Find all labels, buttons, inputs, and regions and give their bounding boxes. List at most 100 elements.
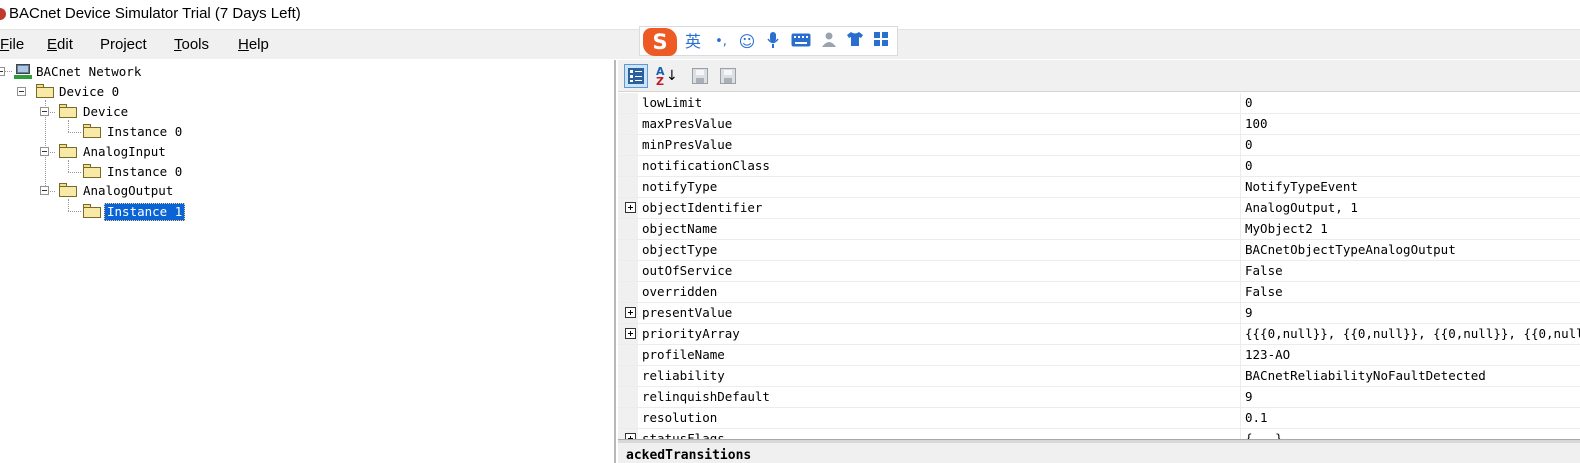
sort-z-label: Z — [656, 75, 664, 88]
sort-alphabetical-button[interactable]: A Z ↓ — [652, 64, 678, 88]
tree-connector — [68, 199, 69, 211]
property-value[interactable]: False — [1245, 263, 1283, 278]
property-value[interactable]: BACnetReliabilityNoFaultDetected — [1245, 368, 1486, 383]
property-value[interactable]: 9 — [1245, 305, 1253, 320]
tree-item-device-instance[interactable]: Instance 0 — [105, 124, 184, 140]
sort-arrow-icon: ↓ — [666, 68, 678, 84]
property-name: lowLimit — [642, 95, 703, 110]
ime-voice-icon[interactable] — [762, 31, 784, 53]
property-value[interactable]: 0 — [1245, 137, 1253, 152]
property-value[interactable]: 0.1 — [1245, 410, 1268, 425]
property-value[interactable]: 9 — [1245, 389, 1253, 404]
expander-device-0[interactable] — [17, 87, 26, 96]
folder-icon — [59, 104, 77, 118]
expander-analoginput-group[interactable] — [40, 147, 49, 156]
property-name: notificationClass — [642, 158, 770, 173]
property-row[interactable]: statusFlags {...} — [618, 429, 1580, 439]
ime-skin-icon[interactable] — [844, 31, 866, 53]
ime-user-icon[interactable] — [818, 31, 840, 53]
property-value[interactable]: 0 — [1245, 95, 1253, 110]
tree-item-analogoutput-group[interactable]: AnalogOutput — [81, 183, 175, 199]
property-row[interactable]: objectType BACnetObjectTypeAnalogOutput — [618, 240, 1580, 261]
tree-item-analoginput-group[interactable]: AnalogInput — [81, 144, 168, 160]
property-name: maxPresValue — [642, 116, 733, 131]
property-value[interactable]: BACnetObjectTypeAnalogOutput — [1245, 242, 1456, 257]
folder-icon — [59, 183, 77, 197]
microphone-icon — [767, 32, 779, 48]
property-row[interactable]: priorityArray {{{0,null}}, {{0,null}}, {{… — [618, 324, 1580, 345]
tree-connector — [68, 211, 81, 212]
property-row[interactable]: presentValue 9 — [618, 303, 1580, 324]
app-icon — [0, 8, 6, 20]
expand-plus-icon[interactable] — [625, 202, 636, 213]
menu-file[interactable]: File — [0, 36, 24, 53]
property-name: statusFlags — [642, 431, 725, 439]
description-panel: ackedTransitions — [618, 443, 1580, 463]
property-value[interactable]: 123-AO — [1245, 347, 1290, 362]
property-row[interactable]: notifyType NotifyTypeEvent — [618, 177, 1580, 198]
ime-keyboard-icon[interactable] — [790, 31, 812, 53]
property-value[interactable]: AnalogOutput, 1 — [1245, 200, 1358, 215]
expander-device-group[interactable] — [40, 107, 49, 116]
property-grid[interactable]: lowLimit 0 maxPresValue 100 minPresValue 0 not… — [618, 93, 1580, 439]
tree-connector — [68, 132, 81, 133]
tree-connector — [68, 160, 69, 172]
property-row[interactable]: lowLimit 0 — [618, 93, 1580, 114]
menu-project[interactable]: Project — [100, 36, 147, 53]
description-title: ackedTransitions — [626, 448, 752, 463]
object-tree[interactable]: BACnet Network Device 0 Device Instance … — [0, 60, 616, 463]
save-icon — [692, 68, 708, 84]
menu-tools[interactable]: Tools — [174, 36, 209, 53]
expand-plus-icon[interactable] — [625, 307, 636, 318]
save-all-button-disabled[interactable] — [716, 64, 740, 88]
expander-root[interactable] — [0, 67, 5, 76]
property-row[interactable]: maxPresValue 100 — [618, 114, 1580, 135]
property-value[interactable]: MyObject2 1 — [1245, 221, 1328, 236]
tree-item-device-group[interactable]: Device — [81, 104, 130, 120]
ime-more-icon[interactable] — [870, 31, 892, 53]
property-row[interactable]: relinquishDefault 9 — [618, 387, 1580, 408]
tree-item-analoginput-instance[interactable]: Instance 0 — [105, 164, 184, 180]
menu-edit[interactable]: Edit — [47, 36, 73, 53]
ime-toolbar: S 英 •, ☺ — [639, 26, 898, 56]
ime-emoji-icon[interactable]: ☺ — [736, 31, 758, 53]
property-row[interactable]: outOfService False — [618, 261, 1580, 282]
menu-help[interactable]: Help — [238, 36, 269, 53]
grid-icon — [874, 32, 888, 46]
network-icon — [14, 64, 32, 80]
property-name: presentValue — [642, 305, 733, 320]
property-value[interactable]: {{{0,null}}, {{0,null}}, {{0,null}}, {{0… — [1245, 326, 1580, 341]
property-row[interactable]: objectIdentifier AnalogOutput, 1 — [618, 198, 1580, 219]
property-row[interactable]: resolution 0.1 — [618, 408, 1580, 429]
property-row[interactable]: notificationClass 0 — [618, 156, 1580, 177]
property-value[interactable]: {...} — [1245, 431, 1283, 439]
property-name: reliability — [642, 368, 725, 383]
tree-item-analogoutput-instance[interactable]: Instance 1 — [104, 203, 186, 221]
property-row[interactable]: profileName 123-AO — [618, 345, 1580, 366]
expand-plus-icon[interactable] — [625, 328, 636, 339]
folder-open-icon — [83, 204, 101, 218]
property-row[interactable]: overridden False — [618, 282, 1580, 303]
property-row[interactable]: reliability BACnetReliabilityNoFaultDetec… — [618, 366, 1580, 387]
tshirt-icon — [847, 32, 863, 46]
property-value[interactable]: 100 — [1245, 116, 1268, 131]
property-value[interactable]: NotifyTypeEvent — [1245, 179, 1358, 194]
folder-icon — [83, 124, 101, 138]
tree-item-device-0[interactable]: Device 0 — [57, 84, 121, 100]
property-value[interactable]: 0 — [1245, 158, 1253, 173]
ime-punctuation-icon[interactable]: •, — [710, 31, 732, 53]
folder-icon — [83, 164, 101, 178]
expander-analogoutput-group[interactable] — [40, 186, 49, 195]
property-row[interactable]: objectName MyObject2 1 — [618, 219, 1580, 240]
property-grid-pane: A Z ↓ lowLimit 0 maxPresValue 100 minPresVal… — [618, 60, 1580, 463]
folder-icon — [59, 144, 77, 158]
tree-item-bacnet-network[interactable]: BACnet Network — [34, 64, 143, 80]
sogou-logo-icon[interactable]: S — [643, 28, 677, 56]
ime-language-toggle[interactable]: 英 — [682, 31, 704, 53]
title-bar: BACnet Device Simulator Trial (7 Days Le… — [0, 0, 1580, 29]
property-value[interactable]: False — [1245, 284, 1283, 299]
save-button-disabled[interactable] — [688, 64, 712, 88]
user-icon — [822, 32, 836, 47]
property-row[interactable]: minPresValue 0 — [618, 135, 1580, 156]
categorized-view-button[interactable] — [624, 64, 648, 88]
